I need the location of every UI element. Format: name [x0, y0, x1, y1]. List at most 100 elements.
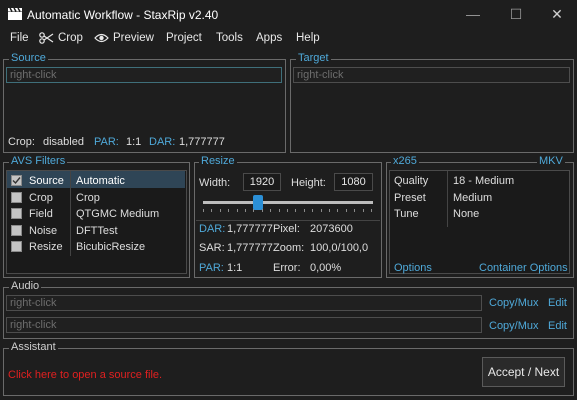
audio-track-1-edit-link[interactable]: Edit: [548, 297, 567, 309]
encoder-column-divider: [447, 171, 448, 227]
slider-tick: [304, 209, 305, 212]
encoder-quality-value[interactable]: 18 - Medium: [453, 175, 514, 187]
encoder-preset-value[interactable]: Medium: [453, 192, 492, 204]
slider-tick: [245, 209, 246, 212]
menu-crop-label: Crop: [58, 32, 83, 44]
filter-crop-value[interactable]: Crop: [76, 192, 100, 204]
encoder-options-link[interactable]: Options: [394, 262, 432, 274]
resize-zoom-label: Zoom:: [273, 242, 305, 254]
encoder-tune-label[interactable]: Tune: [394, 208, 419, 220]
slider-tick: [321, 209, 322, 212]
filter-source-value[interactable]: Automatic: [76, 175, 125, 187]
resize-pixel-value: 2073600: [310, 223, 353, 235]
menu-project[interactable]: Project: [166, 32, 202, 44]
filter-noise-value[interactable]: DFTTest: [76, 225, 118, 237]
menu-tools[interactable]: Tools: [216, 32, 243, 44]
menu-preview[interactable]: Preview: [94, 32, 154, 44]
audio-track-1-copymux-link[interactable]: Copy/Mux: [489, 297, 539, 309]
audio-track-1-input[interactable]: right-click: [6, 295, 482, 311]
slider-tick: [279, 209, 280, 212]
resize-slider-thumb[interactable]: [253, 195, 263, 210]
window-title: Automatic Workflow - StaxRip v2.40: [27, 8, 219, 22]
filter-source-checkbox[interactable]: [11, 175, 22, 186]
resize-divider: [196, 220, 380, 221]
resize-dar-value: 1,777777: [227, 223, 273, 235]
source-par-label: PAR:: [94, 136, 119, 148]
filter-field-value[interactable]: QTGMC Medium: [76, 208, 159, 220]
resize-dar-label: DAR:: [199, 223, 226, 235]
slider-tick: [237, 209, 238, 212]
slider-tick: [295, 209, 296, 212]
resize-sar-value: 1,777777: [227, 242, 273, 254]
slider-tick: [203, 209, 204, 212]
source-file-input[interactable]: right-click: [6, 67, 282, 83]
encoder-quality-label[interactable]: Quality: [394, 175, 428, 187]
minimize-button[interactable]: —: [456, 0, 490, 30]
source-crop-label: Crop:: [8, 136, 35, 148]
encoder-tune-value[interactable]: None: [453, 208, 479, 220]
source-par-value: 1:1: [126, 136, 142, 148]
close-button[interactable]: ✕: [540, 0, 574, 30]
resize-group-label: Resize: [199, 155, 237, 167]
resize-pixel-label: Pixel:: [273, 223, 300, 235]
resize-width-label: Width:: [199, 177, 231, 189]
menu-crop[interactable]: Crop: [39, 32, 83, 44]
menu-preview-label: Preview: [113, 32, 154, 44]
filter-noise-checkbox[interactable]: [11, 225, 22, 236]
resize-error-label: Error:: [273, 262, 301, 274]
assistant-message[interactable]: Click here to open a source file.: [8, 369, 162, 381]
container-group-label[interactable]: MKV: [537, 156, 565, 167]
source-dar-value: 1,777777: [179, 136, 225, 148]
menu-bar: [0, 30, 577, 50]
maximize-button[interactable]: ☐: [499, 0, 533, 30]
slider-tick: [346, 209, 347, 212]
slider-tick: [363, 209, 364, 212]
audio-track-2-input[interactable]: right-click: [6, 317, 482, 333]
filter-noise-name[interactable]: Noise: [29, 225, 57, 237]
resize-slider-track: [203, 201, 373, 204]
clapperboard-icon: [8, 8, 22, 20]
resize-slider[interactable]: [203, 195, 373, 215]
encoder-preset-label[interactable]: Preset: [394, 192, 426, 204]
audio-track-2-edit-link[interactable]: Edit: [548, 320, 567, 332]
filter-field-checkbox[interactable]: [11, 208, 22, 219]
target-file-input[interactable]: right-click: [293, 67, 570, 83]
encoder-group-label[interactable]: x265: [391, 156, 419, 167]
filter-crop-checkbox[interactable]: [11, 192, 22, 203]
accept-next-button[interactable]: Accept / Next: [482, 357, 565, 387]
target-group-label: Target: [296, 52, 331, 64]
slider-tick: [287, 209, 288, 212]
resize-error-value: 0,00%: [310, 262, 342, 274]
resize-width-input[interactable]: 1920: [243, 173, 281, 191]
audio-track-2-copymux-link[interactable]: Copy/Mux: [489, 320, 539, 332]
slider-tick: [228, 209, 229, 212]
resize-height-label: Height:: [291, 177, 326, 189]
resize-height-input[interactable]: 1080: [334, 173, 373, 191]
assistant-group-label: Assistant: [9, 341, 58, 353]
filters-column-divider: [70, 171, 71, 256]
filter-resize-value[interactable]: BicubicResize: [76, 241, 145, 253]
resize-par-value: 1:1: [227, 262, 243, 274]
slider-tick: [270, 209, 271, 212]
filter-field-name[interactable]: Field: [29, 208, 53, 220]
filter-resize-name[interactable]: Resize: [29, 241, 63, 253]
resize-par-label: PAR:: [199, 262, 224, 274]
slider-tick: [312, 209, 313, 212]
source-crop-value: disabled: [43, 136, 84, 148]
filter-crop-name[interactable]: Crop: [29, 192, 53, 204]
menu-apps[interactable]: Apps: [256, 32, 282, 44]
resize-zoom-value: 100,0/100,0: [310, 242, 369, 254]
audio-group-label: Audio: [9, 280, 42, 292]
slider-tick: [220, 209, 221, 212]
slider-tick: [262, 209, 263, 212]
menu-file[interactable]: File: [10, 32, 29, 44]
filter-resize-checkbox[interactable]: [11, 241, 22, 252]
slider-tick: [354, 209, 355, 212]
menu-help[interactable]: Help: [296, 32, 320, 44]
checkmark-icon: [12, 177, 21, 185]
filter-source-name[interactable]: Source: [29, 175, 64, 187]
slider-tick: [253, 209, 254, 212]
slider-tick: [211, 209, 212, 212]
container-options-link[interactable]: Container Options: [479, 262, 568, 274]
slider-tick: [371, 209, 372, 212]
